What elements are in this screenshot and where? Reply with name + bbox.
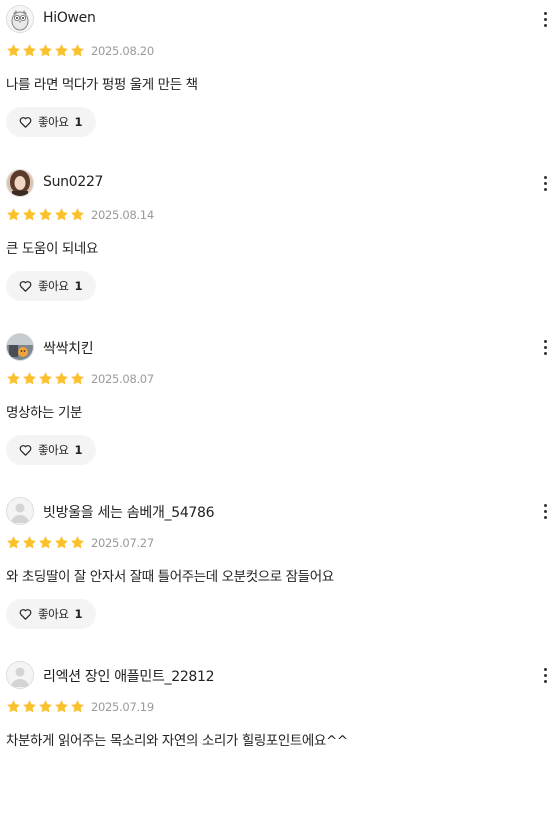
review-text: 큰 도움이 되네요: [6, 241, 98, 257]
like-count: 1: [74, 443, 83, 457]
review-item: 싹싹치킨 2025.08.07 명상하는 기분 좋아요 1: [0, 328, 560, 492]
star-icon: [55, 372, 68, 385]
heart-icon: [19, 281, 32, 292]
heart-icon: [19, 445, 32, 456]
star-icon: [55, 208, 68, 221]
star-rating: [6, 699, 85, 714]
review-text: 나를 라면 먹다가 펑펑 울게 만든 책: [6, 77, 198, 93]
star-icon: [7, 700, 20, 713]
review-date: 2025.08.20: [91, 44, 154, 58]
like-count: 1: [74, 279, 83, 293]
star-icon: [7, 44, 20, 57]
more-options-icon[interactable]: [536, 498, 554, 524]
star-icon: [7, 372, 20, 385]
default-user-icon[interactable]: [6, 497, 34, 525]
review-date: 2025.08.14: [91, 208, 154, 222]
star-icon: [71, 700, 84, 713]
review-date: 2025.07.19: [91, 700, 154, 714]
star-rating: [6, 207, 85, 222]
review-item: 빗방울을 세는 솜베개_54786 2025.07.27 와 초딩딸이 잘 안자…: [0, 492, 560, 656]
star-icon: [39, 536, 52, 549]
heart-icon: [19, 609, 32, 620]
star-rating: [6, 43, 85, 58]
more-options-icon[interactable]: [536, 334, 554, 360]
star-icon: [71, 536, 84, 549]
review-text: 명상하는 기분: [6, 405, 83, 421]
review-date: 2025.07.27: [91, 536, 154, 550]
photo-avatar-icon[interactable]: [6, 333, 34, 361]
star-icon: [71, 208, 84, 221]
star-rating: [6, 371, 85, 386]
review-username[interactable]: 리엑션 장인 애플민트_22812: [43, 666, 215, 686]
star-icon: [71, 372, 84, 385]
review-text: 차분하게 읽어주는 목소리와 자연의 소리가 힐링포인트에요^^: [6, 733, 348, 749]
star-icon: [55, 44, 68, 57]
star-icon: [39, 700, 52, 713]
review-username[interactable]: HiOwen: [43, 10, 96, 26]
like-label: 좋아요: [38, 443, 69, 457]
like-button[interactable]: 좋아요 1: [6, 271, 96, 301]
heart-icon: [19, 117, 32, 128]
more-options-icon[interactable]: [536, 662, 554, 688]
like-label: 좋아요: [38, 607, 69, 621]
review-item: Sun0227 2025.08.14 큰 도움이 되네요 좋아요 1: [0, 164, 560, 328]
more-options-icon[interactable]: [536, 170, 554, 196]
star-icon: [23, 44, 36, 57]
star-icon: [55, 700, 68, 713]
star-icon: [23, 700, 36, 713]
like-label: 좋아요: [38, 115, 69, 129]
like-button[interactable]: 좋아요 1: [6, 599, 96, 629]
photo-avatar-icon[interactable]: [6, 169, 34, 197]
like-count: 1: [74, 115, 83, 129]
like-count: 1: [74, 607, 83, 621]
star-icon: [7, 536, 20, 549]
review-item: HiOwen 2025.08.20 나를 라면 먹다가 펑펑 울게 만든 책 좋…: [0, 0, 560, 164]
star-icon: [7, 208, 20, 221]
review-username[interactable]: 싹싹치킨: [43, 338, 94, 358]
star-icon: [39, 44, 52, 57]
review-item: 리엑션 장인 애플민트_22812 2025.07.19 차분하게 읽어주는 목…: [0, 656, 560, 820]
star-icon: [23, 372, 36, 385]
like-button[interactable]: 좋아요 1: [6, 107, 96, 137]
review-text: 와 초딩딸이 잘 안자서 잘때 틀어주는데 오분컷으로 잠들어요: [6, 569, 334, 585]
star-icon: [39, 372, 52, 385]
owl-avatar-icon[interactable]: [6, 5, 34, 33]
default-user-icon[interactable]: [6, 661, 34, 689]
review-username[interactable]: Sun0227: [43, 174, 103, 190]
star-icon: [23, 208, 36, 221]
star-icon: [55, 536, 68, 549]
review-username[interactable]: 빗방울을 세는 솜베개_54786: [43, 502, 215, 522]
review-date: 2025.08.07: [91, 372, 154, 386]
like-label: 좋아요: [38, 279, 69, 293]
star-icon: [39, 208, 52, 221]
like-button[interactable]: 좋아요 1: [6, 435, 96, 465]
star-icon: [23, 536, 36, 549]
more-options-icon[interactable]: [536, 6, 554, 32]
star-icon: [71, 44, 84, 57]
star-rating: [6, 535, 85, 550]
